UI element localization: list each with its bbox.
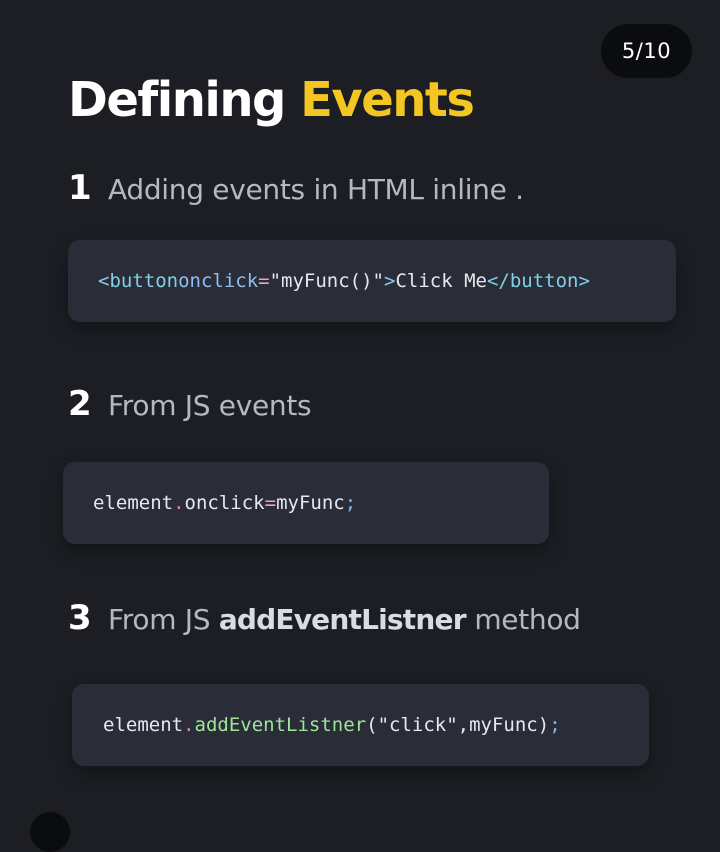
- step-2-text: From JS events: [108, 389, 312, 422]
- code-snippet-2: element. onclick = myFunc;: [63, 462, 549, 544]
- code-assign-op: =: [264, 492, 277, 514]
- code-semicolon: ;: [344, 492, 357, 514]
- code-method: addEventListner: [194, 714, 367, 736]
- code-dot: .: [183, 714, 195, 736]
- step-1-number: 1: [68, 168, 92, 208]
- page-counter-badge: 5/10: [601, 24, 692, 78]
- code-eq: =: [258, 270, 270, 292]
- title-accent: Events: [300, 72, 475, 128]
- code-handler: myFunc: [276, 492, 345, 514]
- code-snippet-1: <button onclick = "myFunc()" > Click Me </but…: [68, 240, 676, 322]
- step-1-text: Adding events in HTML inline .: [108, 173, 524, 206]
- code-property: onclick: [184, 492, 265, 514]
- code-arg-event: "click": [377, 714, 458, 736]
- code-close-bracket: >: [384, 270, 396, 292]
- step-3-text-after: method: [465, 603, 581, 636]
- code-semicolon: ;: [549, 714, 561, 736]
- page-title: Defining Events: [68, 70, 475, 130]
- code-open-tag: <button: [98, 270, 179, 292]
- title-main: Defining: [68, 72, 301, 128]
- code-dot: .: [173, 492, 185, 514]
- code-arg-handler: myFunc: [469, 714, 538, 736]
- step-3-text-before: From JS: [108, 603, 219, 636]
- step-1-heading: 1 Adding events in HTML inline .: [68, 168, 524, 208]
- code-paren-open: (: [366, 714, 378, 736]
- avatar-partial: [30, 812, 70, 852]
- step-2-number: 2: [68, 384, 92, 424]
- code-object: element: [93, 492, 174, 514]
- code-attr: onclick: [178, 270, 259, 292]
- code-attr-value: "myFunc()": [269, 270, 384, 292]
- code-inner-text: Click Me: [395, 270, 487, 292]
- code-end-tag: </button>: [486, 270, 590, 292]
- step-3-text: From JS addEventListner method: [108, 603, 581, 636]
- code-snippet-3: element. addEventListner("click", myFunc)…: [72, 684, 649, 766]
- code-object: element: [103, 714, 184, 736]
- code-paren-close: ): [537, 714, 550, 736]
- step-3-text-bold: addEventListner: [218, 603, 467, 636]
- code-comma: ,: [457, 714, 470, 736]
- step-2-heading: 2 From JS events: [68, 384, 312, 424]
- step-3-number: 3: [68, 598, 92, 638]
- step-3-heading: 3 From JS addEventListner method: [68, 598, 581, 638]
